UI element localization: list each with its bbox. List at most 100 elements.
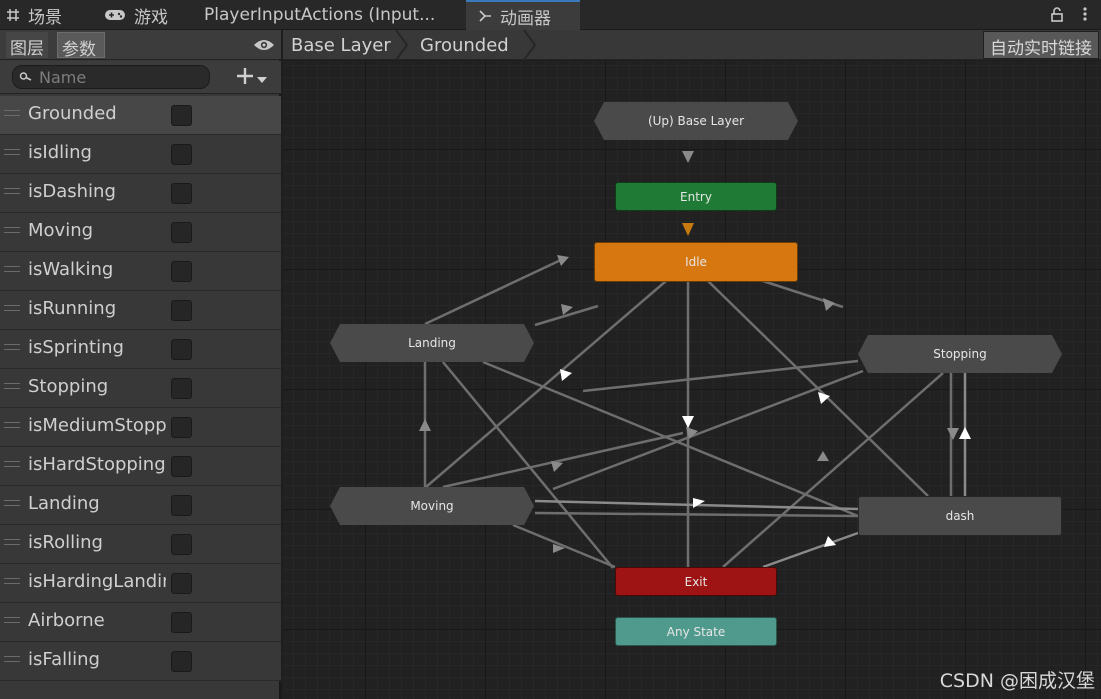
parameter-name[interactable]: isHardingLanding — [28, 571, 166, 592]
tab-scene[interactable]: 场景 — [6, 0, 96, 30]
parameter-checkbox[interactable] — [171, 456, 192, 477]
parameter-checkbox[interactable] — [171, 144, 192, 165]
state-stopping[interactable]: Stopping — [858, 335, 1062, 373]
parameter-row[interactable]: isRolling — [0, 525, 281, 564]
auto-live-link-button[interactable]: 自动实时链接 — [983, 31, 1099, 59]
parameter-name[interactable]: Stopping — [28, 376, 166, 397]
drag-handle-icon[interactable] — [4, 188, 20, 194]
parameter-checkbox[interactable] — [171, 378, 192, 399]
parameter-name[interactable]: isMediumStopping — [28, 415, 166, 436]
parameter-name[interactable]: isHardStopping — [28, 454, 166, 475]
state-exit[interactable]: Exit — [615, 567, 777, 596]
parameter-name[interactable]: Moving — [28, 220, 166, 241]
breadcrumb-separator-icon — [523, 29, 537, 64]
transition-links — [419, 151, 971, 569]
parameter-name[interactable]: isIdling — [28, 142, 166, 163]
parameter-name[interactable]: Airborne — [28, 610, 166, 631]
tab-scene-label: 场景 — [28, 7, 62, 28]
panel-tab-bar: 图层 参数 — [0, 30, 281, 60]
parameter-checkbox[interactable] — [171, 222, 192, 243]
parameter-name[interactable]: isDashing — [28, 181, 166, 202]
parameter-row[interactable]: isIdling — [0, 135, 281, 174]
parameter-list: Grounded isIdling isDashing Moving isWalking… — [0, 96, 281, 681]
drag-handle-icon[interactable] — [4, 149, 20, 155]
tab-parameters[interactable]: 参数 — [57, 32, 105, 60]
parameters-panel: 图层 参数 Grounded isIdling isDashing Moving isW… — [0, 30, 281, 699]
state-dash[interactable]: dash — [858, 496, 1062, 536]
search-icon — [19, 68, 33, 87]
drag-handle-icon[interactable] — [4, 227, 20, 233]
state-moving[interactable]: Moving — [330, 487, 534, 525]
parameter-row[interactable]: isHardStopping — [0, 447, 281, 486]
parameter-checkbox[interactable] — [171, 105, 192, 126]
drag-handle-icon[interactable] — [4, 539, 20, 545]
drag-handle-icon[interactable] — [4, 500, 20, 506]
tab-layers[interactable]: 图层 — [6, 32, 48, 59]
drag-handle-icon[interactable] — [4, 617, 20, 623]
parameter-row[interactable]: isFalling — [0, 642, 281, 681]
parameter-checkbox[interactable] — [171, 183, 192, 204]
drag-handle-icon[interactable] — [4, 266, 20, 272]
parameter-checkbox[interactable] — [171, 651, 192, 672]
more-options-icon[interactable] — [1083, 6, 1087, 26]
eye-icon[interactable] — [253, 37, 275, 56]
tab-player-input-actions[interactable]: PlayerInputActions (Input... — [204, 0, 454, 30]
parameter-checkbox[interactable] — [171, 612, 192, 633]
parameter-name[interactable]: isRolling — [28, 532, 166, 553]
drag-handle-icon[interactable] — [4, 344, 20, 350]
drag-handle-icon[interactable] — [4, 305, 20, 311]
state-idle[interactable]: Idle — [594, 242, 798, 282]
drag-handle-icon[interactable] — [4, 110, 20, 116]
tab-animator-label: 动画器 — [500, 8, 551, 29]
parameter-row[interactable]: Moving — [0, 213, 281, 252]
animator-graph[interactable]: (Up) Base Layer Entry Idle Landing Stopp… — [283, 61, 1101, 699]
search-box[interactable] — [12, 65, 210, 89]
state-any-state[interactable]: Any State — [615, 617, 777, 646]
drag-handle-icon[interactable] — [4, 422, 20, 428]
parameter-name[interactable]: Landing — [28, 493, 166, 514]
parameter-row[interactable]: isDashing — [0, 174, 281, 213]
chevron-down-icon — [257, 69, 267, 88]
parameter-checkbox[interactable] — [171, 300, 192, 321]
state-landing[interactable]: Landing — [330, 324, 534, 362]
parameter-row[interactable]: isHardingLanding — [0, 564, 281, 603]
tab-animator[interactable]: 动画器 — [466, 0, 580, 30]
tab-game-label: 游戏 — [134, 7, 168, 28]
state-up-base-layer[interactable]: (Up) Base Layer — [594, 102, 798, 140]
parameter-checkbox[interactable] — [171, 261, 192, 282]
parameter-checkbox[interactable] — [171, 417, 192, 438]
breadcrumb-grounded[interactable]: Grounded — [420, 35, 509, 56]
parameter-row[interactable]: Airborne — [0, 603, 281, 642]
lock-icon[interactable] — [1051, 7, 1063, 26]
parameter-row[interactable]: Stopping — [0, 369, 281, 408]
editor-tab-bar: 场景 游戏 PlayerInputActions (Input... 动画器 — [0, 0, 1101, 30]
parameter-name[interactable]: isSprinting — [28, 337, 166, 358]
parameter-checkbox[interactable] — [171, 573, 192, 594]
tab-game[interactable]: 游戏 — [104, 0, 194, 30]
parameter-row[interactable]: isRunning — [0, 291, 281, 330]
parameter-name[interactable]: isFalling — [28, 649, 166, 670]
breadcrumb: Base Layer Grounded 自动实时链接 — [283, 29, 1101, 61]
plus-icon — [236, 67, 254, 89]
parameter-row[interactable]: isWalking — [0, 252, 281, 291]
search-row — [0, 61, 281, 94]
parameter-name[interactable]: Grounded — [28, 103, 166, 124]
parameter-name[interactable]: isRunning — [28, 298, 166, 319]
drag-handle-icon[interactable] — [4, 461, 20, 467]
state-entry[interactable]: Entry — [615, 182, 777, 211]
parameter-checkbox[interactable] — [171, 495, 192, 516]
drag-handle-icon[interactable] — [4, 656, 20, 662]
tab-input-label: PlayerInputActions (Input... — [204, 5, 436, 25]
drag-handle-icon[interactable] — [4, 383, 20, 389]
parameter-row[interactable]: Landing — [0, 486, 281, 525]
add-parameter-button[interactable] — [236, 67, 267, 89]
parameter-row[interactable]: isSprinting — [0, 330, 281, 369]
parameter-checkbox[interactable] — [171, 534, 192, 555]
search-input[interactable] — [39, 67, 199, 87]
parameter-name[interactable]: isWalking — [28, 259, 166, 280]
breadcrumb-base-layer[interactable]: Base Layer — [291, 35, 391, 56]
parameter-row[interactable]: Grounded — [0, 96, 281, 135]
parameter-checkbox[interactable] — [171, 339, 192, 360]
drag-handle-icon[interactable] — [4, 578, 20, 584]
parameter-row[interactable]: isMediumStopping — [0, 408, 281, 447]
